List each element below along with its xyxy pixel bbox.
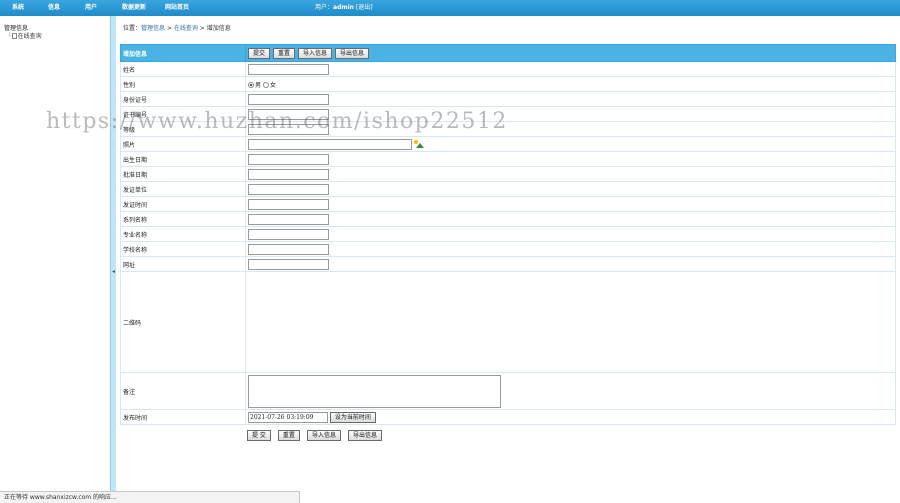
collapse-arrow-icon[interactable]: ◂: [112, 269, 115, 275]
label-photo: 照片: [120, 136, 246, 152]
label-gender: 性别: [120, 76, 246, 92]
row-name: 姓名: [120, 61, 896, 77]
breadcrumb-sep: >: [165, 25, 174, 32]
row-idcard: 身份证号: [120, 91, 896, 107]
form-header-label: 增加信息: [120, 44, 246, 62]
form-header-row: 增加信息 提交 重置 导入信息 导出信息: [120, 44, 896, 62]
sidebar-tree: 管理信息 └ 在线查询: [0, 16, 110, 491]
export-button[interactable]: 导出信息: [347, 430, 382, 441]
label-major: 专业名称: [120, 226, 246, 242]
row-issue-time: 发证时间: [120, 196, 896, 212]
website-input[interactable]: [248, 258, 329, 270]
row-school: 学校名称: [120, 241, 896, 257]
row-major: 专业名称: [120, 226, 896, 242]
submit-button[interactable]: 提 交: [247, 430, 271, 441]
top-nav-bar: 系统 信息 用户 数据更新 网站首页 用户：admin [退出]: [0, 0, 900, 16]
label-name: 姓名: [120, 61, 246, 77]
logout-link[interactable]: [退出]: [356, 4, 373, 11]
submit-button-top[interactable]: 提交: [248, 47, 271, 59]
issuer-input[interactable]: [248, 183, 329, 195]
label-idcard: 身份证号: [120, 91, 246, 107]
add-info-form: 增加信息 提交 重置 导入信息 导出信息 姓名 性别 男 女 身份证号 证书编号 等级…: [120, 44, 896, 425]
idcard-input[interactable]: [248, 93, 329, 105]
gender-female-radio[interactable]: [262, 82, 269, 88]
approve-date-input[interactable]: [248, 168, 329, 180]
label-issuer: 发证单位: [120, 181, 246, 197]
remark-textarea[interactable]: [248, 374, 501, 408]
import-button-top[interactable]: 导入信息: [298, 47, 333, 59]
school-input[interactable]: [248, 243, 329, 255]
breadcrumb-manage[interactable]: 管理信息: [141, 25, 165, 32]
nav-info[interactable]: 信息: [48, 0, 60, 16]
image-upload-icon[interactable]: [414, 140, 424, 148]
major-input[interactable]: [248, 228, 329, 240]
breadcrumb-prefix: 位置：: [123, 25, 142, 32]
bottom-action-bar: 提 交重置 导入信息 导出信息: [247, 430, 389, 441]
sidebar-splitter[interactable]: ◂: [110, 16, 116, 503]
breadcrumb-sep: >: [197, 25, 207, 32]
gender-male-radio[interactable]: [248, 82, 254, 88]
row-remark: 备注: [120, 372, 896, 410]
user-info: 用户：admin [退出]: [315, 0, 373, 16]
breadcrumb-query[interactable]: 在线查询: [174, 25, 198, 32]
label-issue-time: 发证时间: [120, 196, 246, 212]
nav-user[interactable]: 用户: [85, 0, 97, 16]
nav-system[interactable]: 系统: [12, 0, 24, 16]
row-website: 网址: [120, 256, 896, 272]
issue-time-input[interactable]: [248, 198, 329, 210]
row-approve-date: 批准日期: [120, 166, 896, 182]
qrcode-editor-area[interactable]: [245, 271, 896, 373]
series-input[interactable]: [248, 213, 329, 225]
birth-input[interactable]: [248, 153, 329, 165]
document-icon: [11, 33, 17, 39]
label-website: 网址: [120, 256, 246, 272]
user-name: admin: [333, 4, 354, 11]
reset-button[interactable]: 重置: [277, 430, 300, 441]
gender-male-label: 男: [255, 81, 262, 89]
row-qrcode: 二维码: [120, 271, 896, 373]
form-header-actions: 提交 重置 导入信息 导出信息: [245, 44, 896, 62]
label-qrcode: 二维码: [120, 271, 246, 373]
breadcrumb-current: 增加信息: [206, 25, 231, 32]
label-school: 学校名称: [120, 241, 246, 257]
import-button[interactable]: 导入信息: [306, 430, 341, 441]
label-pubtime: 发布时间: [120, 409, 246, 425]
tree-item-label: 在线查询: [17, 33, 42, 40]
row-photo: 照片: [120, 136, 896, 152]
row-series: 系列名称: [120, 211, 896, 227]
row-birth: 出生日期: [120, 151, 896, 167]
status-bar: 正在等待 www.shanxizcw.com 的响应...: [0, 491, 300, 503]
breadcrumb: 位置：管理信息 > 在线查询 > 增加信息: [123, 23, 231, 32]
tree-item-online-query[interactable]: └ 在线查询: [8, 31, 42, 40]
export-button-top[interactable]: 导出信息: [335, 47, 370, 59]
gender-female-label: 女: [269, 81, 276, 89]
row-gender: 性别 男 女: [120, 76, 896, 92]
reset-button-top[interactable]: 重置: [273, 47, 296, 59]
row-issuer: 发证单位: [120, 181, 896, 197]
nav-data-update[interactable]: 数据更新: [122, 0, 146, 16]
name-input[interactable]: [248, 63, 329, 75]
set-current-time-button[interactable]: 设为当前时间: [329, 411, 376, 423]
label-series: 系列名称: [120, 211, 246, 227]
label-birth: 出生日期: [120, 151, 246, 167]
user-prefix: 用户：: [315, 4, 334, 11]
watermark: https://www.huzhan.com/ishop22512: [46, 109, 508, 134]
nav-site-home[interactable]: 网站首页: [165, 0, 189, 16]
photo-input[interactable]: [248, 138, 412, 150]
label-approve-date: 批准日期: [120, 166, 246, 182]
pubtime-input[interactable]: 2021-07-26 03:19:09: [248, 411, 328, 423]
row-pubtime: 发布时间 2021-07-26 03:19:09 设为当前时间: [120, 409, 896, 425]
label-remark: 备注: [120, 372, 246, 410]
